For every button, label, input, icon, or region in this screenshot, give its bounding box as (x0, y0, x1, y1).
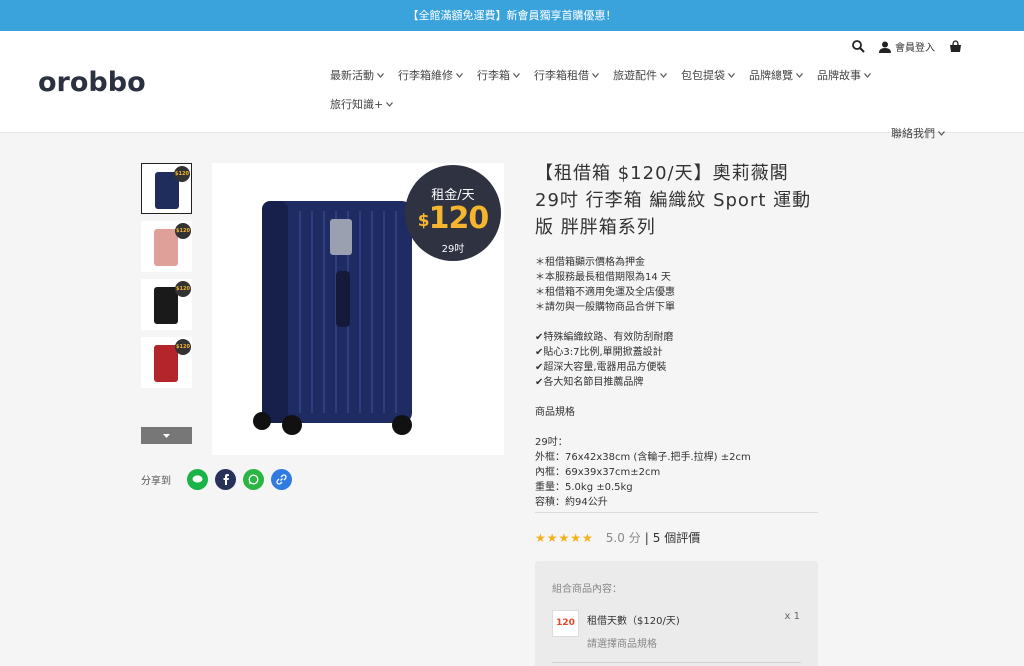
facebook-icon (223, 474, 229, 485)
suitcase-image (154, 287, 178, 324)
chevron-down-icon (386, 101, 394, 107)
line-icon (192, 475, 203, 483)
nav-item-rental[interactable]: 行李箱租借 (534, 67, 599, 83)
copy-link-button[interactable] (271, 469, 292, 490)
nav-item-luggage[interactable]: 行李箱 (477, 67, 520, 83)
feature-line: ✔超深大容量,電器用品方便裝 (535, 362, 667, 373)
thumbnail-scroll-down-button[interactable] (141, 427, 192, 444)
spec-heading: 商品規格 (535, 407, 575, 418)
feature-line: ✔各大知名節目推薦品牌 (535, 377, 644, 388)
thumbnail-navy[interactable]: $120 (141, 163, 192, 214)
divider (535, 512, 818, 513)
badge-size: 29吋 (441, 244, 465, 255)
brand-logo[interactable]: orobbo (38, 65, 158, 99)
price-badge-mini: $120 (175, 339, 191, 355)
member-login-link[interactable]: 會員登入 (879, 39, 935, 54)
main-nav: 最新活動 行李箱維修 行李箱 行李箱租借 旅遊配件 包包提袋 品牌總覽 品牌故事… (330, 67, 950, 154)
caret-down-icon (163, 433, 170, 438)
product-description: ＊租借箱顯示價格為押金 ＊本服務最長租借期限為14 天 ＊租借箱不適用免運及全店… (535, 255, 818, 510)
thumbnail-black[interactable]: $120 (141, 279, 192, 330)
announcement-bar[interactable]: 【全館滿額免運費】新會員獨享首購優惠！ (0, 0, 1024, 31)
badge-price: $120 (417, 201, 489, 236)
variant-select-hint[interactable]: 請選擇商品規格 (587, 635, 657, 650)
feature-line: ✔貼心3:7比例,單開掀蓋設計 (535, 347, 663, 358)
bundle-contents-panel: 組合商品內容： 120 租借天數（$120/天) x 1 請選擇商品規格 (535, 561, 818, 666)
share-bar: 分享到 (141, 469, 299, 490)
shopping-bag-icon[interactable] (949, 40, 962, 53)
nav-item-bags[interactable]: 包包提袋 (681, 67, 735, 83)
utility-bar: 會員登入 (852, 39, 962, 54)
nav-item-travel-tips[interactable]: 旅行知識+ (330, 96, 394, 112)
nav-item-accessories[interactable]: 旅遊配件 (613, 67, 667, 83)
nav-item-story[interactable]: 品牌故事 (817, 67, 871, 83)
login-label: 會員登入 (895, 43, 935, 54)
whatsapp-icon (248, 474, 259, 485)
note-line: ＊租借箱不適用免運及全店優惠 (535, 287, 675, 298)
rental-price-badge: 租金/天 $120 29吋 (405, 165, 501, 261)
nav-item-repair[interactable]: 行李箱維修 (398, 67, 463, 83)
star-rating-icon: ★★★★★ (535, 530, 594, 545)
feature-line: ✔特殊編織紋路、有效防刮耐磨 (535, 332, 674, 343)
nav-item-latest[interactable]: 最新活動 (330, 67, 384, 83)
product-info: 【租借箱 $120/天】奧莉薇閣 29吋 行李箱 編織紋 Sport 運動版 胖… (535, 160, 818, 510)
chevron-down-icon (513, 72, 520, 78)
bundle-title: 組合商品內容： (552, 584, 622, 595)
facebook-share-button[interactable] (215, 469, 236, 490)
thumbnail-pink[interactable]: $120 (141, 221, 192, 272)
bundle-item-image: 120 (552, 610, 579, 637)
note-line: ＊請勿與一般購物商品合併下單 (535, 302, 675, 313)
price-badge-mini: $120 (175, 223, 191, 239)
chevron-down-icon (938, 130, 945, 136)
suitcase-image (154, 229, 178, 266)
price-badge-mini: $120 (174, 166, 190, 182)
note-line: ＊本服務最長租借期限為14 天 (535, 272, 671, 283)
review-count: 5 個評價 (652, 531, 701, 545)
rating-score: 5.0 分 (605, 531, 641, 545)
price-badge-mini: $120 (175, 281, 191, 297)
spec-line: 內框：69x39x37cm±2cm (535, 467, 661, 478)
spec-line: 容積：約94公升 (535, 497, 608, 508)
spec-line: 外框：76x42x38cm (含輪子.把手.拉桿) ±2cm (535, 452, 751, 463)
thumbnail-list: $120 $120 $120 $120 (141, 163, 192, 395)
suitcase-image (154, 345, 178, 382)
thumbnail-red[interactable]: $120 (141, 337, 192, 388)
main-product-image[interactable]: 租金/天 $120 29吋 (212, 163, 504, 455)
spec-line: 重量：5.0kg ±0.5kg (535, 482, 633, 493)
chevron-down-icon (456, 72, 463, 78)
divider (552, 662, 801, 663)
product-title: 【租借箱 $120/天】奧莉薇閣 29吋 行李箱 編織紋 Sport 運動版 胖… (535, 163, 812, 238)
nav-item-brands[interactable]: 品牌總覽 (749, 67, 803, 83)
chevron-down-icon (377, 72, 384, 78)
site-header: orobbo 會員登入 最新活動 行李箱維修 行李箱 行李箱租借 旅遊配件 包包… (0, 31, 1024, 140)
nav-item-contact[interactable]: 聯絡我們 (891, 125, 945, 141)
rating-summary[interactable]: ★★★★★ 5.0 分 | 5 個評價 (535, 529, 700, 546)
line-share-button[interactable] (187, 469, 208, 490)
chevron-down-icon (592, 72, 599, 78)
whatsapp-share-button[interactable] (243, 469, 264, 490)
search-icon[interactable] (852, 40, 865, 53)
chevron-down-icon (796, 72, 803, 78)
link-icon (276, 474, 287, 485)
chevron-down-icon (660, 72, 667, 78)
svg-text:orobbo: orobbo (38, 67, 146, 98)
bundle-item-quantity: x 1 (784, 611, 800, 622)
chevron-down-icon (864, 72, 871, 78)
note-line: ＊租借箱顯示價格為押金 (535, 257, 645, 268)
user-icon (879, 41, 891, 53)
rating-separator: | (644, 530, 649, 545)
chevron-down-icon (728, 72, 735, 78)
spec-line: 29吋： (535, 437, 568, 448)
bundle-item-name: 租借天數（$120/天) (587, 616, 680, 627)
share-label: 分享到 (141, 476, 171, 487)
